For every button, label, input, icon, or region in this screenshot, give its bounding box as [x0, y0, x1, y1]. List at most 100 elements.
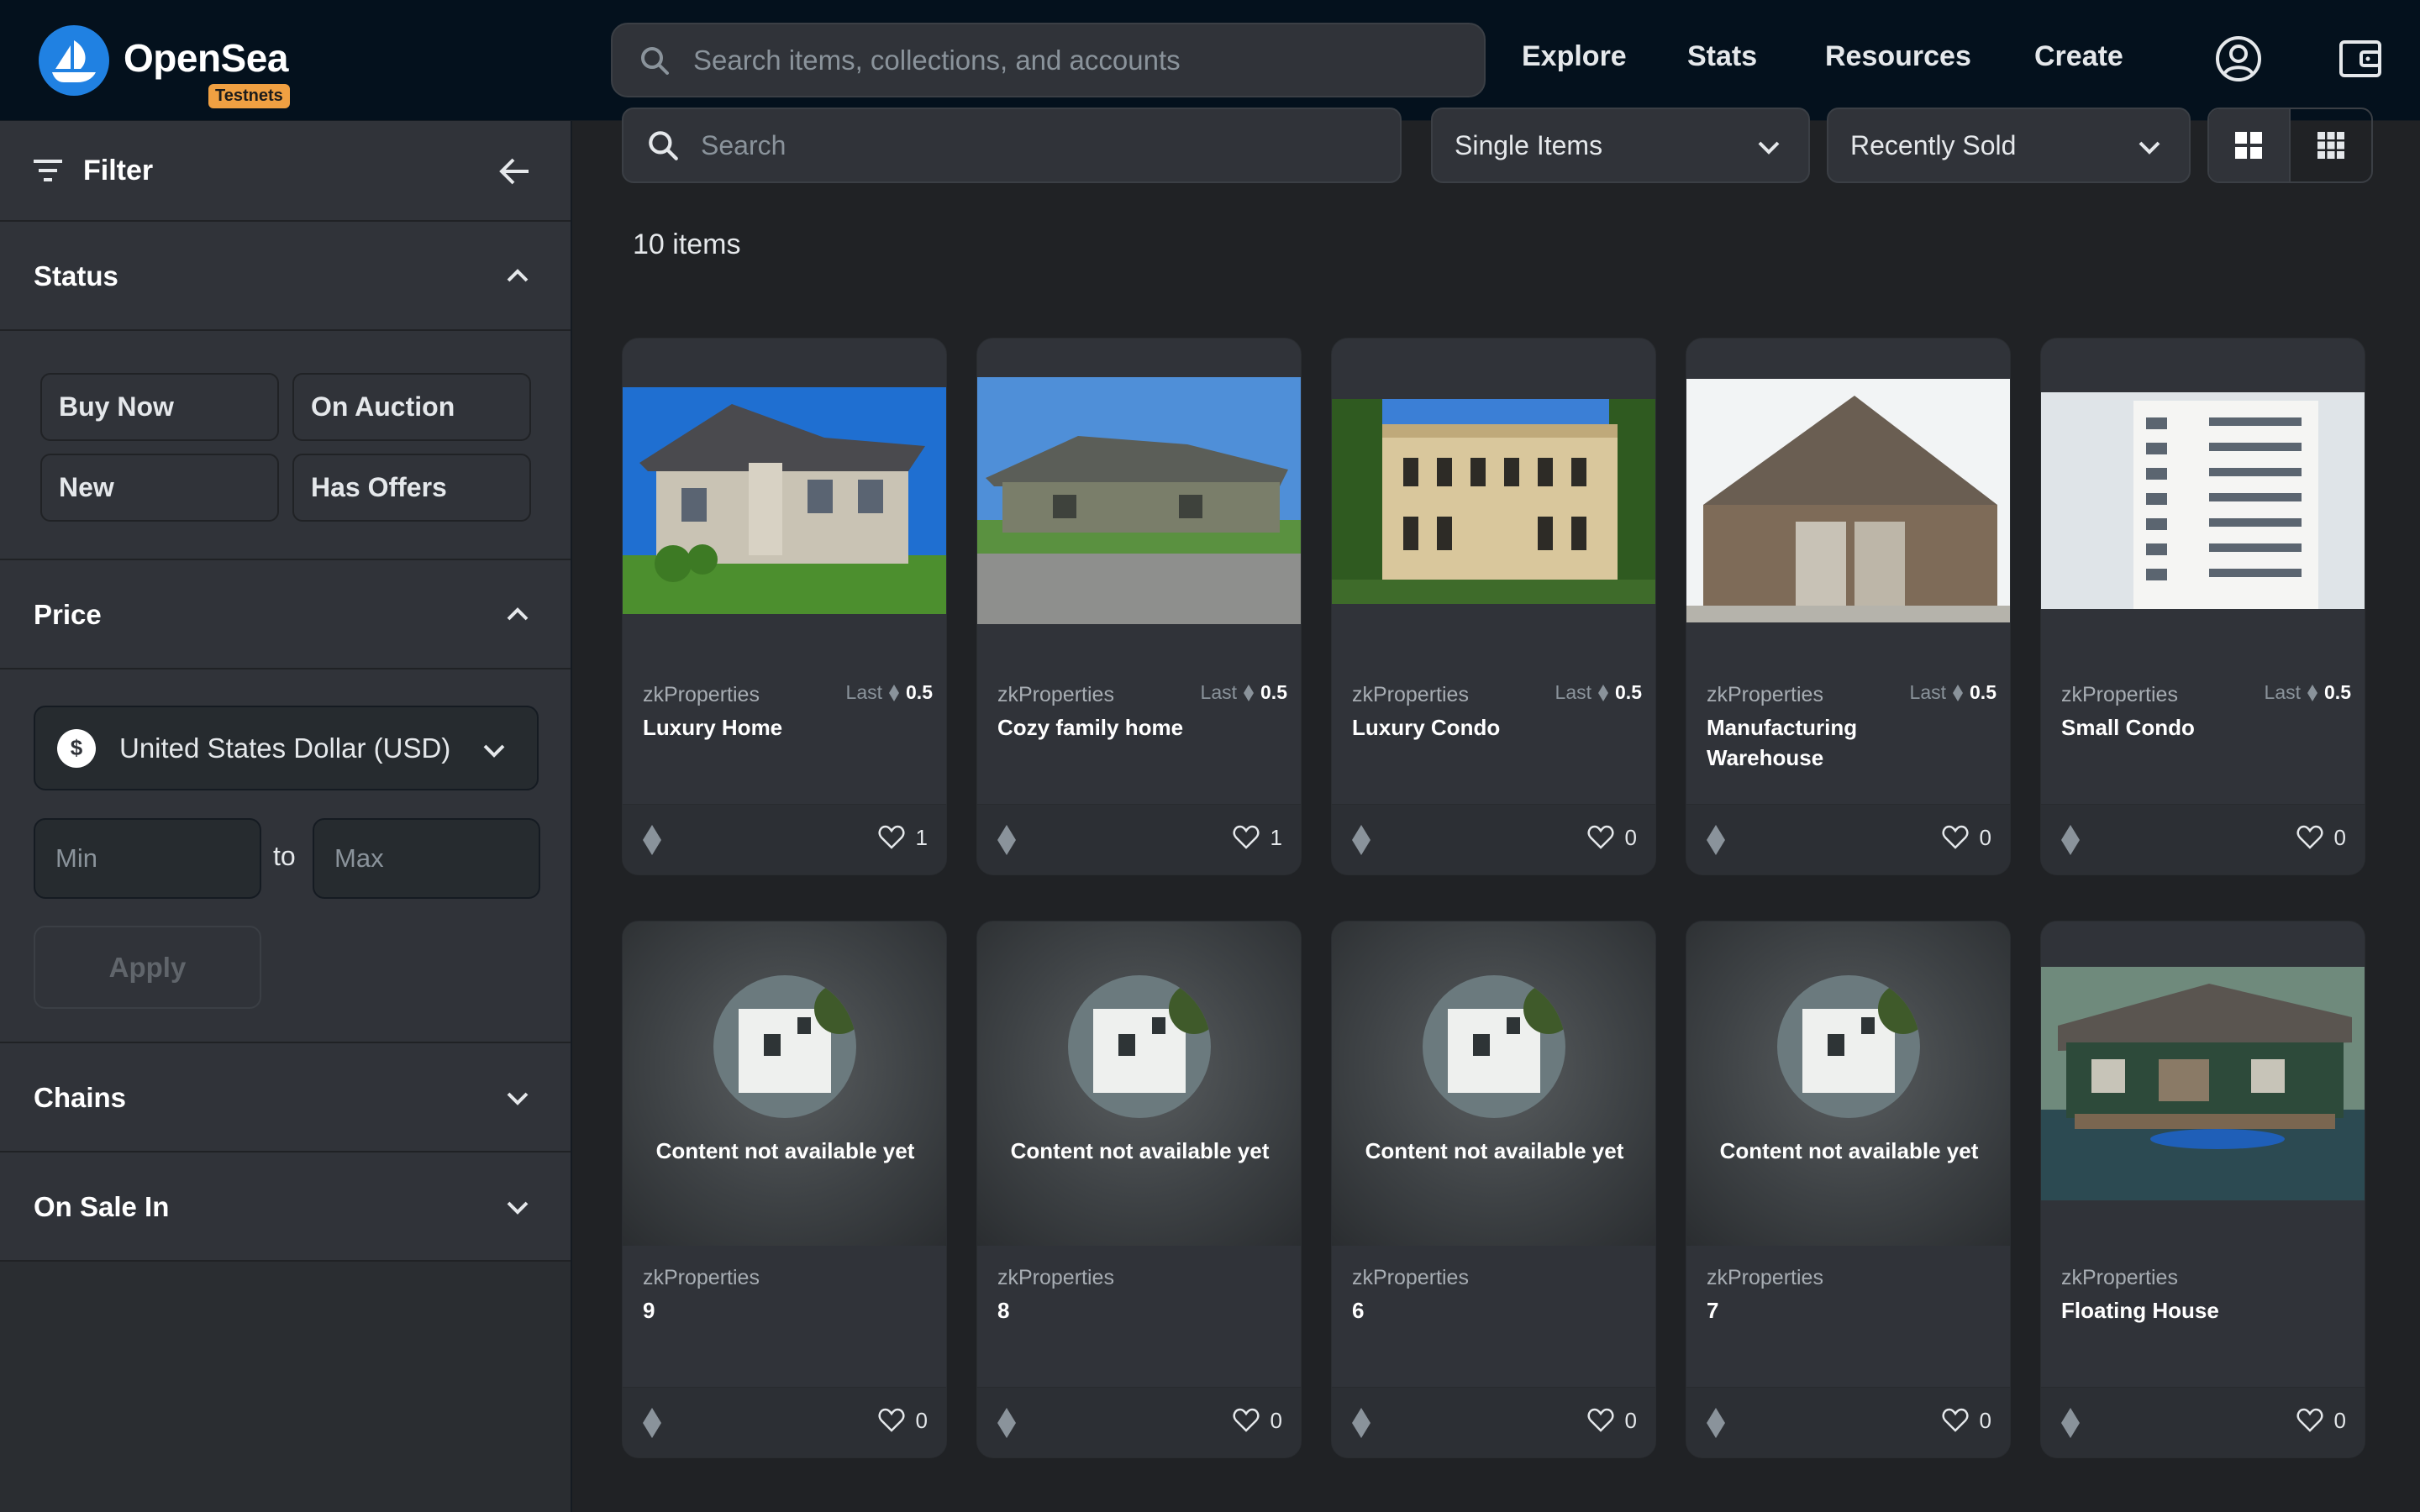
chip-new[interactable]: New	[40, 454, 279, 522]
chevron-down-icon	[507, 1201, 529, 1215]
eth-icon	[889, 684, 900, 701]
nft-card[interactable]: Content not available yet zkProperties 9…	[622, 921, 947, 1458]
global-search-placeholder: Search items, collections, and accounts	[693, 44, 1181, 76]
price-title: Price	[34, 599, 102, 630]
house-photo-image	[623, 387, 946, 614]
last-label: Last	[1909, 681, 1947, 703]
favorite-button[interactable]: 0	[877, 1406, 928, 1435]
nft-card[interactable]: zkProperties Floating House 0	[2040, 921, 2365, 1458]
like-count: 0	[1979, 824, 1991, 850]
heart-icon	[1233, 825, 1259, 849]
item-name: 6	[1352, 1298, 1365, 1323]
like-count: 0	[1270, 1407, 1282, 1433]
favorite-button[interactable]: 0	[1586, 1406, 1637, 1435]
chevron-down-icon	[2139, 141, 2160, 155]
favorite-button[interactable]: 0	[1232, 1406, 1282, 1435]
collection-name[interactable]: zkProperties	[997, 1266, 1287, 1290]
items-type-dropdown[interactable]: Single Items	[1431, 108, 1810, 183]
nft-card[interactable]: Content not available yet zkProperties 8…	[976, 921, 1302, 1458]
like-count: 1	[915, 824, 928, 850]
heart-icon	[878, 1408, 904, 1432]
nft-card[interactable]: zkProperties Luxury Home Last 0.5 1	[622, 338, 947, 875]
eth-icon	[643, 825, 661, 855]
chains-section-header[interactable]: Chains	[0, 1043, 571, 1152]
currency-label: United States Dollar (USD)	[119, 732, 451, 764]
top-navbar: OpenSea Testnets Search items, collectio…	[0, 0, 2420, 121]
large-grid-button[interactable]	[2209, 109, 2291, 181]
favorite-button[interactable]: 0	[1941, 1406, 1991, 1435]
small-grid-button[interactable]	[2291, 109, 2372, 181]
chip-on-auction[interactable]: On Auction	[292, 373, 531, 441]
eth-icon	[1352, 1408, 1370, 1438]
collection-name[interactable]: zkProperties	[1352, 1266, 1642, 1290]
nft-card[interactable]: Content not available yet zkProperties 7…	[1686, 921, 2011, 1458]
status-section-header[interactable]: Status	[0, 222, 571, 331]
item-name: 7	[1707, 1298, 1719, 1323]
nft-card[interactable]: Content not available yet zkProperties 6…	[1331, 921, 1656, 1458]
nav-create[interactable]: Create	[2034, 40, 2123, 73]
last-label: Last	[2264, 681, 2302, 703]
placeholder-house-image	[713, 975, 856, 1118]
favorite-button[interactable]: 1	[1232, 823, 1282, 852]
card-media-unavailable: Content not available yet	[977, 921, 1301, 1246]
favorite-button[interactable]: 0	[2296, 823, 2346, 852]
search-icon	[649, 131, 678, 160]
nft-card[interactable]: zkProperties Cozy family home Last 0.5 1	[976, 338, 1302, 875]
favorite-button[interactable]: 1	[877, 823, 928, 852]
favorite-button[interactable]: 0	[2296, 1406, 2346, 1435]
favorite-button[interactable]: 0	[1941, 823, 1991, 852]
range-to-label: to	[273, 841, 296, 871]
nft-card[interactable]: zkProperties Luxury Condo Last 0.5 0	[1331, 338, 1656, 875]
apply-button[interactable]: Apply	[34, 926, 261, 1009]
collection-name[interactable]: zkProperties	[2061, 1266, 2351, 1290]
brand-name[interactable]: OpenSea	[124, 35, 288, 81]
eth-icon	[2307, 684, 2318, 701]
card-media-unavailable: Content not available yet	[1686, 921, 2010, 1246]
item-name: 8	[997, 1298, 1010, 1323]
collection-name[interactable]: zkProperties	[643, 1266, 933, 1290]
like-count: 0	[1979, 1407, 1991, 1433]
global-search-input[interactable]: Search items, collections, and accounts	[611, 23, 1486, 97]
last-price: Last 0.5	[1201, 681, 1287, 704]
nav-explore[interactable]: Explore	[1522, 40, 1627, 73]
placeholder-house-image	[1068, 975, 1211, 1118]
item-name: Cozy family home	[997, 715, 1184, 740]
max-price-input[interactable]: Max	[313, 818, 540, 899]
like-count: 0	[2333, 1407, 2346, 1433]
sort-dropdown[interactable]: Recently Sold	[1827, 108, 2191, 183]
on-sale-section-header[interactable]: On Sale In	[0, 1152, 571, 1262]
currency-select[interactable]: $ United States Dollar (USD)	[34, 706, 539, 790]
tower-photo-image	[2041, 392, 2365, 609]
nav-resources[interactable]: Resources	[1825, 40, 1971, 73]
eth-icon	[1707, 825, 1725, 855]
account-icon[interactable]	[2213, 34, 2264, 84]
card-media-unavailable: Content not available yet	[623, 921, 946, 1246]
min-price-input[interactable]: Min	[34, 818, 261, 899]
chip-has-offers[interactable]: Has Offers	[292, 454, 531, 522]
nav-stats[interactable]: Stats	[1687, 40, 1757, 73]
favorite-button[interactable]: 0	[1586, 823, 1637, 852]
wallet-icon[interactable]	[2336, 34, 2386, 84]
last-price-value: 0.5	[906, 681, 933, 703]
heart-icon	[1942, 825, 1968, 849]
card-media	[1332, 339, 1655, 663]
item-name: Floating House	[2061, 1298, 2219, 1323]
collapse-arrow-icon[interactable]	[498, 156, 532, 186]
eth-icon	[997, 1408, 1016, 1438]
last-price: Last 0.5	[1910, 681, 1996, 704]
collection-name[interactable]: zkProperties	[1707, 1266, 1996, 1290]
nft-card[interactable]: zkProperties Small Condo Last 0.5 0	[2040, 338, 2365, 875]
price-section-header[interactable]: Price	[0, 560, 571, 669]
on-sale-title: On Sale In	[34, 1191, 170, 1222]
card-footer: 0	[623, 1387, 946, 1457]
card-footer: 0	[1332, 804, 1655, 874]
large-grid-icon	[2235, 132, 2263, 159]
chip-buy-now[interactable]: Buy Now	[40, 373, 279, 441]
collection-search-input[interactable]: Search	[622, 108, 1402, 183]
opensea-logo-icon[interactable]	[39, 25, 109, 96]
chevron-up-icon	[507, 269, 529, 282]
placeholder-house-image	[1423, 975, 1565, 1118]
eth-icon	[1598, 684, 1609, 701]
last-label: Last	[1555, 681, 1592, 703]
nft-card[interactable]: zkProperties Manufacturing Warehouse Las…	[1686, 338, 2011, 875]
